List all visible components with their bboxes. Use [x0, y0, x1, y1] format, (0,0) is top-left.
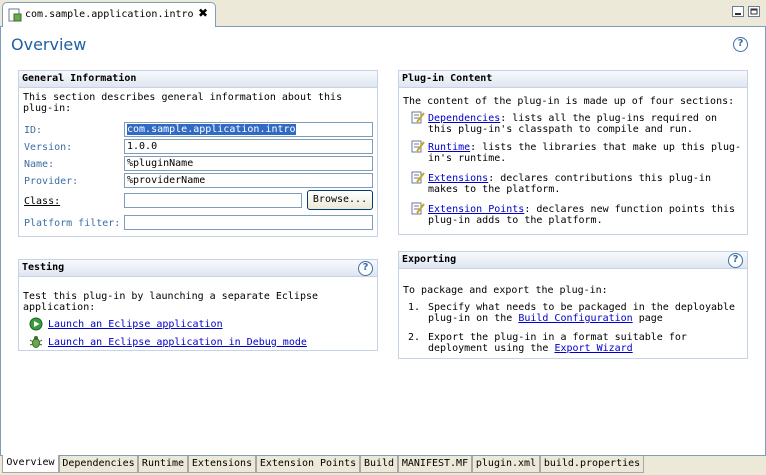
editor-tab-title: com.sample.application.intro [25, 9, 194, 20]
extension-points-link[interactable]: Extension Points [428, 204, 524, 215]
extensions-text-1: : declares contributions this plug-in [488, 173, 711, 184]
page-title: Overview [11, 35, 87, 54]
content-intro: The content of the plug-in is made up of… [403, 96, 735, 107]
runtime-text-2: in's runtime. [428, 153, 507, 164]
browse-button[interactable]: Browse... [307, 190, 373, 210]
extension-points-text-2: plug-in adds to the platform. [428, 215, 603, 226]
maximize-icon[interactable] [748, 6, 760, 17]
tab-overview[interactable]: Overview [2, 455, 59, 473]
provider-label: Provider: [24, 176, 79, 187]
run-icon [29, 317, 43, 331]
launch-application-link[interactable]: Launch an Eclipse application [48, 319, 223, 330]
close-icon[interactable]: ✖ [198, 6, 208, 20]
tab-build[interactable]: Build [360, 456, 398, 473]
build-configuration-link[interactable]: Build Configuration [518, 313, 632, 324]
page-edit-icon [411, 111, 425, 124]
testing-heading: Testing [22, 262, 65, 273]
section-heading: Exporting ? [399, 252, 747, 269]
tab-runtime[interactable]: Runtime [138, 456, 188, 473]
exporting-section: Exporting ? To package and export the pl… [398, 251, 748, 359]
section-heading: Plug-in Content [399, 71, 747, 88]
general-description-line-1: This section describes general informati… [23, 92, 343, 103]
tab-dependencies[interactable]: Dependencies [59, 456, 138, 473]
step-2-prefix: deployment using the [428, 343, 555, 354]
extensions-link[interactable]: Extensions [428, 173, 488, 184]
page-edit-icon [411, 140, 425, 153]
general-information-section: General Information This section describ… [18, 70, 378, 237]
step-1-line-2: plug-in on the Build Configuration page [428, 313, 663, 324]
tab-manifest[interactable]: MANIFEST.MF [398, 456, 472, 473]
step-2-line-2: deployment using the Export Wizard [428, 343, 633, 354]
editor-tab[interactable]: com.sample.application.intro ✖ [2, 2, 216, 27]
id-value: com.sample.application.intro [127, 124, 296, 135]
class-link[interactable]: Class: [24, 196, 60, 207]
step-1-number: 1. [408, 302, 421, 313]
editor-tab-strip: com.sample.application.intro ✖ [0, 0, 766, 27]
step-1-line-1: Specify what needs to be packaged in the… [428, 302, 736, 313]
testing-section: Testing ? Test this plug-in by launching… [18, 259, 378, 351]
help-icon[interactable]: ? [358, 261, 373, 276]
id-label: ID: [24, 125, 43, 136]
tab-extension-points[interactable]: Extension Points [256, 456, 360, 473]
section-heading: General Information [19, 71, 377, 88]
step-1-suffix: page [632, 313, 663, 324]
version-label: Version: [24, 142, 73, 153]
editor-body: Overview ? General Information This sect… [0, 27, 766, 455]
step-2-line-1: Export the plug-in in a format suitable … [428, 332, 687, 343]
section-heading: Testing ? [19, 260, 377, 277]
dependencies-link[interactable]: Dependencies [428, 113, 500, 124]
tab-plugin-xml[interactable]: plugin.xml [472, 456, 540, 473]
extension-points-text-1: : declares new function points this [524, 204, 736, 215]
dependencies-text-1: : lists all the plug-ins required on [500, 113, 717, 124]
testing-description-line-1: Test this plug-in by launching a separat… [23, 291, 319, 302]
tab-build-properties[interactable]: build.properties [540, 456, 644, 473]
launch-debug-link[interactable]: Launch an Eclipse application in Debug m… [48, 337, 307, 348]
plugin-content-section: Plug-in Content The content of the plug-… [398, 70, 748, 235]
page-edit-icon [411, 171, 425, 184]
version-field[interactable]: 1.0.0 [124, 139, 373, 154]
step-2-number: 2. [408, 332, 421, 343]
name-field[interactable]: %pluginName [124, 156, 373, 171]
minimize-icon[interactable] [732, 6, 744, 17]
id-field[interactable]: com.sample.application.intro [124, 122, 373, 137]
class-field[interactable] [124, 193, 302, 208]
dependencies-text-2: this plug-in's classpath to compile and … [428, 124, 693, 135]
exporting-heading: Exporting [402, 254, 457, 265]
content-item-runtime: Runtime: lists the libraries that make u… [428, 142, 741, 153]
plugin-file-icon [8, 8, 22, 22]
page-edit-icon [411, 202, 425, 215]
runtime-link[interactable]: Runtime [428, 142, 470, 153]
content-item-extensions: Extensions: declares contributions this … [428, 173, 711, 184]
content-item-dependencies: Dependencies: lists all the plug-ins req… [428, 113, 717, 124]
step-1-prefix: plug-in on the [428, 313, 519, 324]
general-description-line-2: plug-in: [23, 103, 72, 114]
provider-field[interactable]: %providerName [124, 173, 373, 188]
name-label: Name: [24, 159, 55, 170]
extensions-text-2: makes to the platform. [428, 184, 561, 195]
content-item-extension-points: Extension Points: declares new function … [428, 204, 735, 215]
page-tabs: Overview Dependencies Runtime Extensions… [0, 455, 766, 475]
export-wizard-link[interactable]: Export Wizard [554, 343, 632, 354]
platform-filter-label: Platform filter: [24, 218, 121, 229]
platform-filter-field[interactable] [124, 215, 373, 230]
help-icon[interactable]: ? [733, 37, 748, 52]
tab-extensions[interactable]: Extensions [188, 456, 256, 473]
debug-icon [29, 336, 43, 348]
runtime-text-1: : lists the libraries that make up this … [470, 142, 742, 153]
help-icon[interactable]: ? [728, 253, 743, 268]
exporting-intro: To package and export the plug-in: [403, 285, 608, 296]
testing-description-line-2: application: [23, 302, 96, 313]
